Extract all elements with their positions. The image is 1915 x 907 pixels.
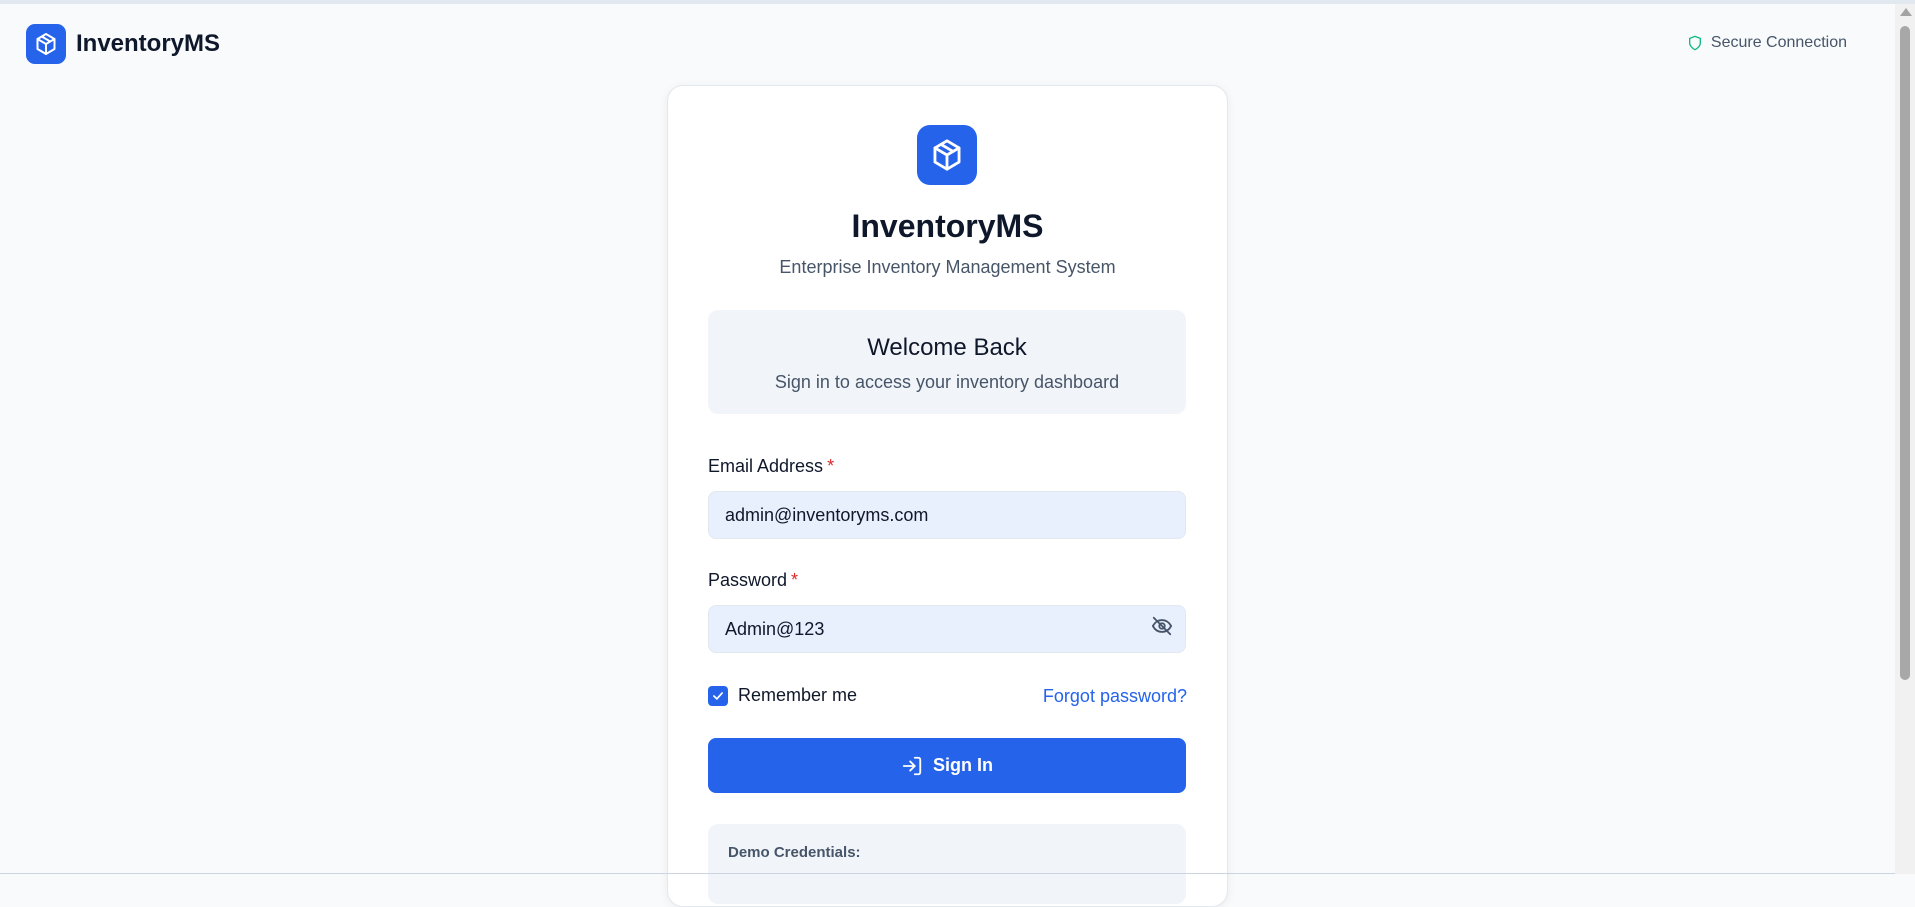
check-icon[interactable] <box>708 685 728 706</box>
package-icon <box>26 24 66 64</box>
package-icon <box>917 125 977 185</box>
demo-credentials-title: Demo Credentials: <box>728 844 861 861</box>
forgot-password-link[interactable]: Forgot password? <box>1043 686 1187 707</box>
top-header: InventoryMS Secure Connection <box>0 4 1895 84</box>
welcome-subtitle: Sign in to access your inventory dashboa… <box>774 372 1120 392</box>
email-label-text: Email Address <box>708 456 824 476</box>
required-marker: * <box>827 456 835 476</box>
eye-off-icon[interactable] <box>1151 615 1175 639</box>
secure-connection-indicator: Secure Connection <box>1687 34 1847 52</box>
email-label: Email Address * <box>708 456 834 477</box>
vertical-scrollbar[interactable] <box>1895 4 1915 874</box>
brand-name: InventoryMS <box>76 30 221 57</box>
scrollbar-thumb[interactable] <box>1900 26 1910 680</box>
app-subtitle: Enterprise Inventory Management System <box>779 257 1116 277</box>
remember-me-checkbox[interactable]: Remember me <box>708 685 857 706</box>
scroll-up-arrow-icon[interactable] <box>1900 8 1912 16</box>
log-in-icon <box>902 756 922 775</box>
brand[interactable]: InventoryMS <box>26 24 220 64</box>
welcome-panel: Welcome Back Sign in to access your inve… <box>708 310 1186 414</box>
required-marker: * <box>791 570 799 590</box>
password-label-text: Password <box>708 570 788 590</box>
password-input[interactable] <box>708 605 1186 653</box>
sign-in-button[interactable]: Sign In <box>708 738 1186 793</box>
login-card: InventoryMS Enterprise Inventory Managem… <box>667 85 1228 907</box>
secure-connection-label: Secure Connection <box>1710 34 1847 51</box>
sign-in-label: Sign In <box>933 755 993 775</box>
demo-credentials-panel: Demo Credentials: <box>708 824 1186 904</box>
remember-me-label: Remember me <box>738 685 858 705</box>
welcome-title: Welcome Back <box>867 334 1027 361</box>
shield-icon <box>1688 35 1701 51</box>
app-title: InventoryMS <box>851 208 1044 244</box>
email-input[interactable] <box>708 491 1186 539</box>
password-label: Password * <box>708 570 798 591</box>
